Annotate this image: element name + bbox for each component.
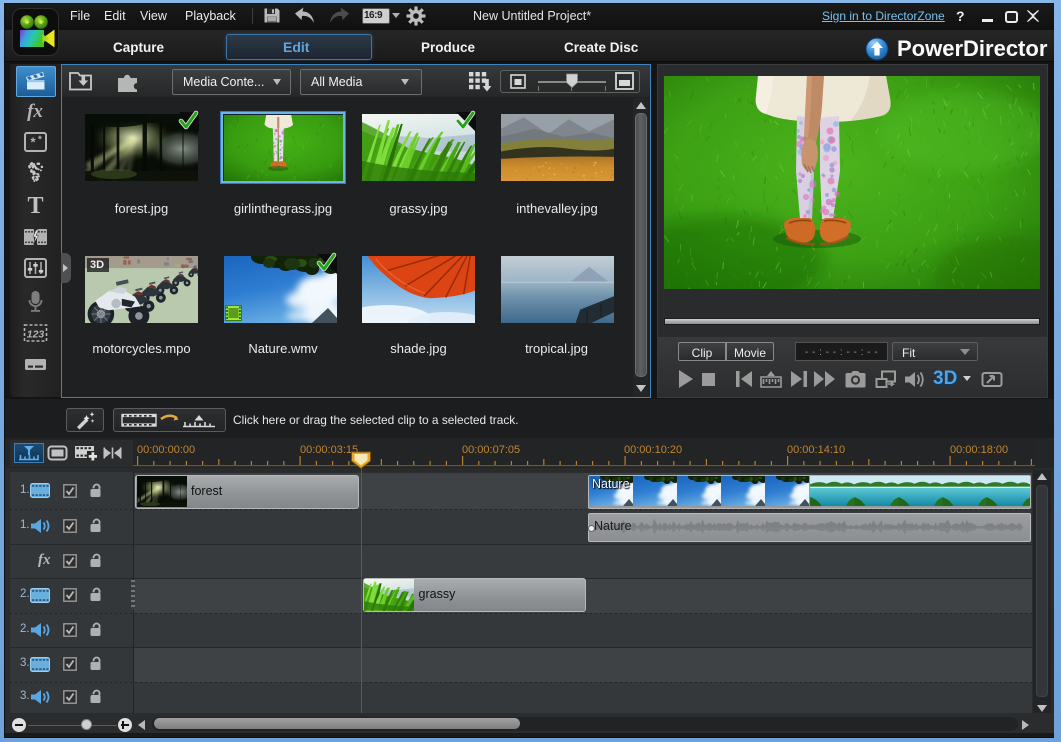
svg-text:fx: fx (27, 101, 43, 122)
svg-text:*: * (30, 135, 36, 150)
svg-text:*: * (38, 135, 42, 146)
svg-text:123: 123 (27, 329, 45, 341)
svg-text:T: T (27, 193, 43, 218)
